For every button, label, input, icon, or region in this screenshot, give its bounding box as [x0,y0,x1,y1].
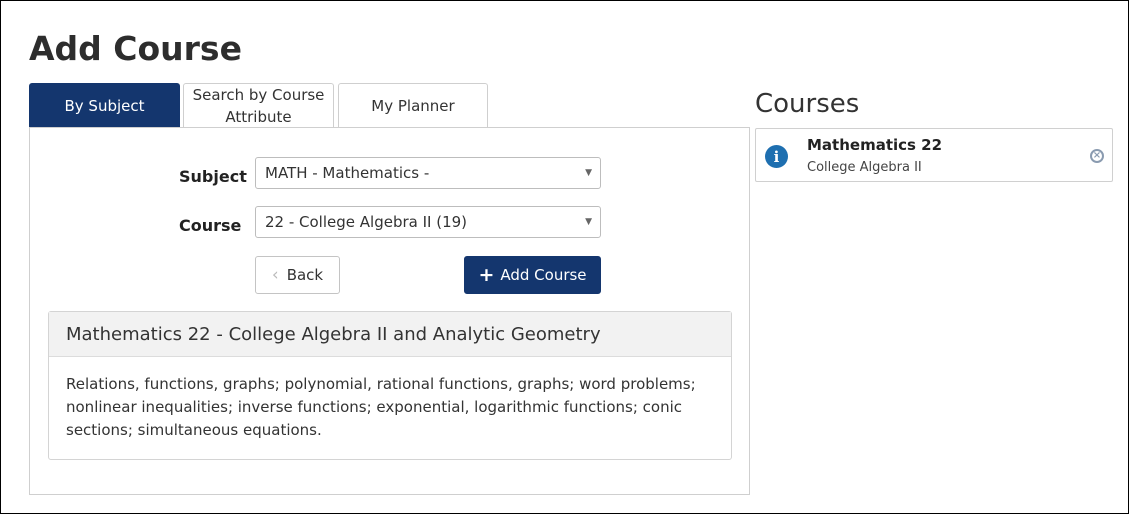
courses-heading: Courses [755,89,860,119]
subject-select-value: MATH - Mathematics - [265,164,430,182]
tab-my-planner[interactable]: My Planner [338,83,488,127]
chevron-down-icon: ▼ [585,217,592,227]
course-label: Course [179,216,242,235]
course-description-body: Relations, functions, graphs; polynomial… [66,375,696,439]
add-course-button[interactable]: + Add Course [464,256,601,294]
course-select-value: 22 - College Algebra II (19) [265,213,468,231]
chevron-down-icon: ▼ [585,168,592,178]
chevron-left-icon: ‹ [271,265,279,285]
remove-icon[interactable]: × [1090,149,1104,163]
back-button-label: Back [286,266,324,284]
back-button[interactable]: ‹ Back [255,256,340,294]
add-course-button-label: Add Course [500,266,587,284]
course-subtitle: College Algebra II [807,160,922,175]
page-title: Add Course [29,29,242,68]
subject-label: Subject [179,167,247,186]
tab-search-by-course-attribute[interactable]: Search by Course Attribute [183,83,334,128]
plus-icon: + [478,264,495,286]
course-description-panel: Mathematics 22 - College Algebra II and … [48,311,732,460]
course-name: Mathematics 22 [807,136,943,154]
course-description-title: Mathematics 22 - College Algebra II and … [49,312,731,357]
course-select[interactable]: 22 - College Algebra II (19) ▼ [255,206,601,238]
tab-by-subject[interactable]: By Subject [29,83,180,127]
subject-select[interactable]: MATH - Mathematics - ▼ [255,157,601,189]
app-frame: Add Course By Subject Search by Course A… [0,0,1129,514]
info-icon[interactable]: i [765,145,788,168]
course-list-item[interactable]: i Mathematics 22 College Algebra II × [755,128,1113,182]
